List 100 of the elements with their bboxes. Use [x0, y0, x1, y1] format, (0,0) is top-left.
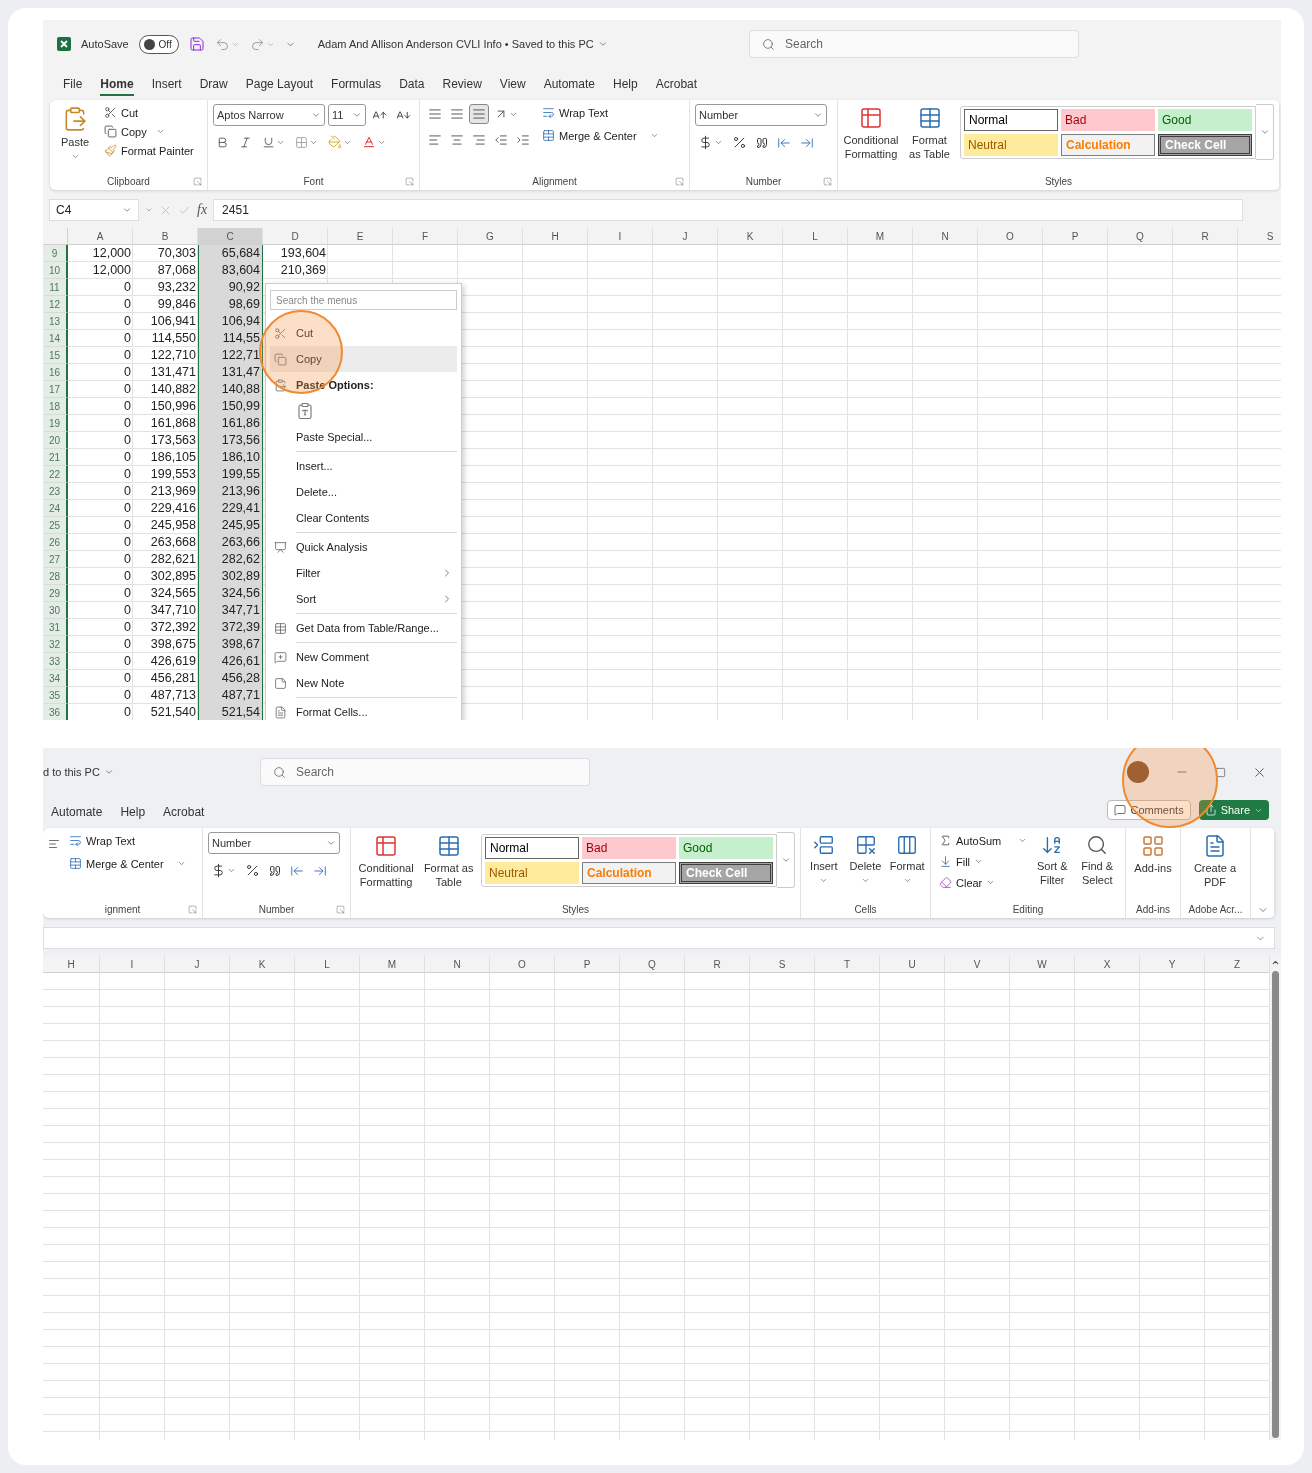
- row-header[interactable]: 14: [43, 330, 68, 347]
- name-box[interactable]: C4: [49, 199, 139, 221]
- font-size-select[interactable]: 11: [328, 104, 366, 126]
- row-header[interactable]: 18: [43, 398, 68, 415]
- gallery-more-button[interactable]: [777, 832, 795, 888]
- autosave-toggle[interactable]: Off: [138, 34, 179, 54]
- cell-style-option[interactable]: Normal: [964, 108, 1058, 131]
- format-as-table-button[interactable]: Format as Table: [422, 832, 475, 892]
- column-header[interactable]: F: [393, 228, 458, 245]
- column-header[interactable]: J: [653, 228, 718, 245]
- column-header[interactable]: J: [165, 956, 230, 973]
- share-button[interactable]: Share: [1198, 800, 1269, 820]
- conditional-formatting-button[interactable]: Conditional Formatting: [356, 832, 417, 892]
- copy-button[interactable]: Copy: [101, 123, 150, 140]
- menu-item[interactable]: Clear Contents: [270, 505, 457, 531]
- row-header[interactable]: 33: [43, 653, 68, 670]
- column-header[interactable]: H: [523, 228, 588, 245]
- column-header[interactable]: Q: [620, 956, 685, 973]
- font-name-select[interactable]: Aptos Narrow: [213, 104, 325, 126]
- cell-style-option[interactable]: Good: [679, 836, 773, 859]
- cell-style-option[interactable]: Bad: [582, 836, 676, 859]
- cells-button[interactable]: Format: [889, 832, 925, 888]
- column-header[interactable]: G: [458, 228, 523, 245]
- row-header[interactable]: 35: [43, 687, 68, 704]
- column-header[interactable]: U: [880, 956, 945, 973]
- column-header[interactable]: S: [750, 956, 815, 973]
- cell-style-option[interactable]: Neutral: [485, 861, 579, 884]
- column-header[interactable]: I: [588, 228, 653, 245]
- column-header[interactable]: N: [425, 956, 490, 973]
- row-header[interactable]: 19: [43, 415, 68, 432]
- row-header[interactable]: 20: [43, 432, 68, 449]
- column-header[interactable]: E: [328, 228, 393, 245]
- row-header[interactable]: 26: [43, 534, 68, 551]
- search-field[interactable]: Search: [749, 30, 1079, 58]
- function-label[interactable]: fx: [197, 202, 208, 218]
- formula-field[interactable]: 2451: [213, 199, 1244, 221]
- column-header[interactable]: M: [360, 956, 425, 973]
- sort-filter-button[interactable]: Sort & Filter: [1033, 832, 1072, 890]
- ribbon-tab[interactable]: Automate: [51, 805, 103, 824]
- menu-search-field[interactable]: Search the menus: [270, 290, 457, 310]
- ribbon-tab[interactable]: Automate: [543, 77, 595, 96]
- cell-style-option[interactable]: Normal: [485, 836, 579, 859]
- column-header[interactable]: S: [1238, 228, 1281, 245]
- wrap-text-button[interactable]: Wrap Text: [66, 832, 186, 849]
- ribbon-tab[interactable]: File: [63, 77, 83, 96]
- ribbon-tab[interactable]: Home: [100, 77, 134, 96]
- menu-item[interactable]: Insert...: [270, 453, 457, 479]
- row-header[interactable]: 16: [43, 364, 68, 381]
- add-ins-button[interactable]: Add-ins: [1131, 832, 1175, 878]
- paste-button[interactable]: Paste: [55, 104, 95, 164]
- row-header[interactable]: 13: [43, 313, 68, 330]
- ribbon-tab[interactable]: Formulas: [331, 77, 382, 96]
- menu-item[interactable]: New Note: [270, 670, 457, 696]
- cut-button[interactable]: Cut: [101, 104, 197, 121]
- row-header[interactable]: 25: [43, 517, 68, 534]
- row-header[interactable]: 30: [43, 602, 68, 619]
- ribbon-tab[interactable]: Help: [613, 77, 638, 96]
- row-header[interactable]: 23: [43, 483, 68, 500]
- cell-style-option[interactable]: Neutral: [964, 133, 1058, 156]
- ribbon-tab[interactable]: Draw: [199, 77, 228, 96]
- menu-item[interactable]: Cut: [270, 320, 457, 346]
- autosum-button[interactable]: AutoSum: [936, 832, 1005, 849]
- row-header[interactable]: 9: [43, 245, 68, 262]
- format-as-table-button[interactable]: Format as Table: [905, 104, 954, 164]
- column-header[interactable]: Z: [1205, 956, 1270, 973]
- column-header[interactable]: P: [555, 956, 620, 973]
- create-pdf-button[interactable]: Create a PDF: [1186, 832, 1244, 892]
- row-header[interactable]: 15: [43, 347, 68, 364]
- scrollbar-thumb[interactable]: [1272, 971, 1279, 1438]
- column-header[interactable]: A: [68, 228, 133, 245]
- row-header[interactable]: 27: [43, 551, 68, 568]
- ribbon-tab[interactable]: Acrobat: [163, 805, 205, 824]
- align-bottom-button[interactable]: [469, 104, 489, 124]
- column-header[interactable]: N: [913, 228, 978, 245]
- column-header[interactable]: C: [198, 228, 263, 245]
- menu-item[interactable]: Sort: [270, 586, 457, 612]
- merge-center-button[interactable]: Merge & Center: [66, 855, 167, 872]
- number-format-select[interactable]: Number: [695, 104, 827, 126]
- find-select-button[interactable]: Find & Select: [1077, 832, 1118, 890]
- cell-style-option[interactable]: Good: [1158, 108, 1252, 131]
- row-header[interactable]: 31: [43, 619, 68, 636]
- ribbon-tab[interactable]: Review: [442, 77, 482, 96]
- column-header[interactable]: Y: [1140, 956, 1205, 973]
- ribbon-tab[interactable]: Insert: [151, 77, 182, 96]
- ribbon-tab[interactable]: View: [499, 77, 526, 96]
- column-header[interactable]: X: [1075, 956, 1140, 973]
- row-header[interactable]: 10: [43, 262, 68, 279]
- column-header[interactable]: K: [718, 228, 783, 245]
- menu-item[interactable]: Format Cells...: [270, 699, 457, 720]
- row-header[interactable]: 28: [43, 568, 68, 585]
- row-header[interactable]: 34: [43, 670, 68, 687]
- ribbon-tab[interactable]: Page Layout: [245, 77, 314, 96]
- column-header[interactable]: L: [295, 956, 360, 973]
- menu-item[interactable]: Paste Special...: [270, 424, 457, 450]
- menu-item[interactable]: Filter: [270, 560, 457, 586]
- menu-item[interactable]: Get Data from Table/Range...: [270, 615, 457, 641]
- row-header[interactable]: 32: [43, 636, 68, 653]
- merge-center-button[interactable]: Merge & Center: [539, 127, 640, 144]
- column-header[interactable]: O: [978, 228, 1043, 245]
- column-header[interactable]: K: [230, 956, 295, 973]
